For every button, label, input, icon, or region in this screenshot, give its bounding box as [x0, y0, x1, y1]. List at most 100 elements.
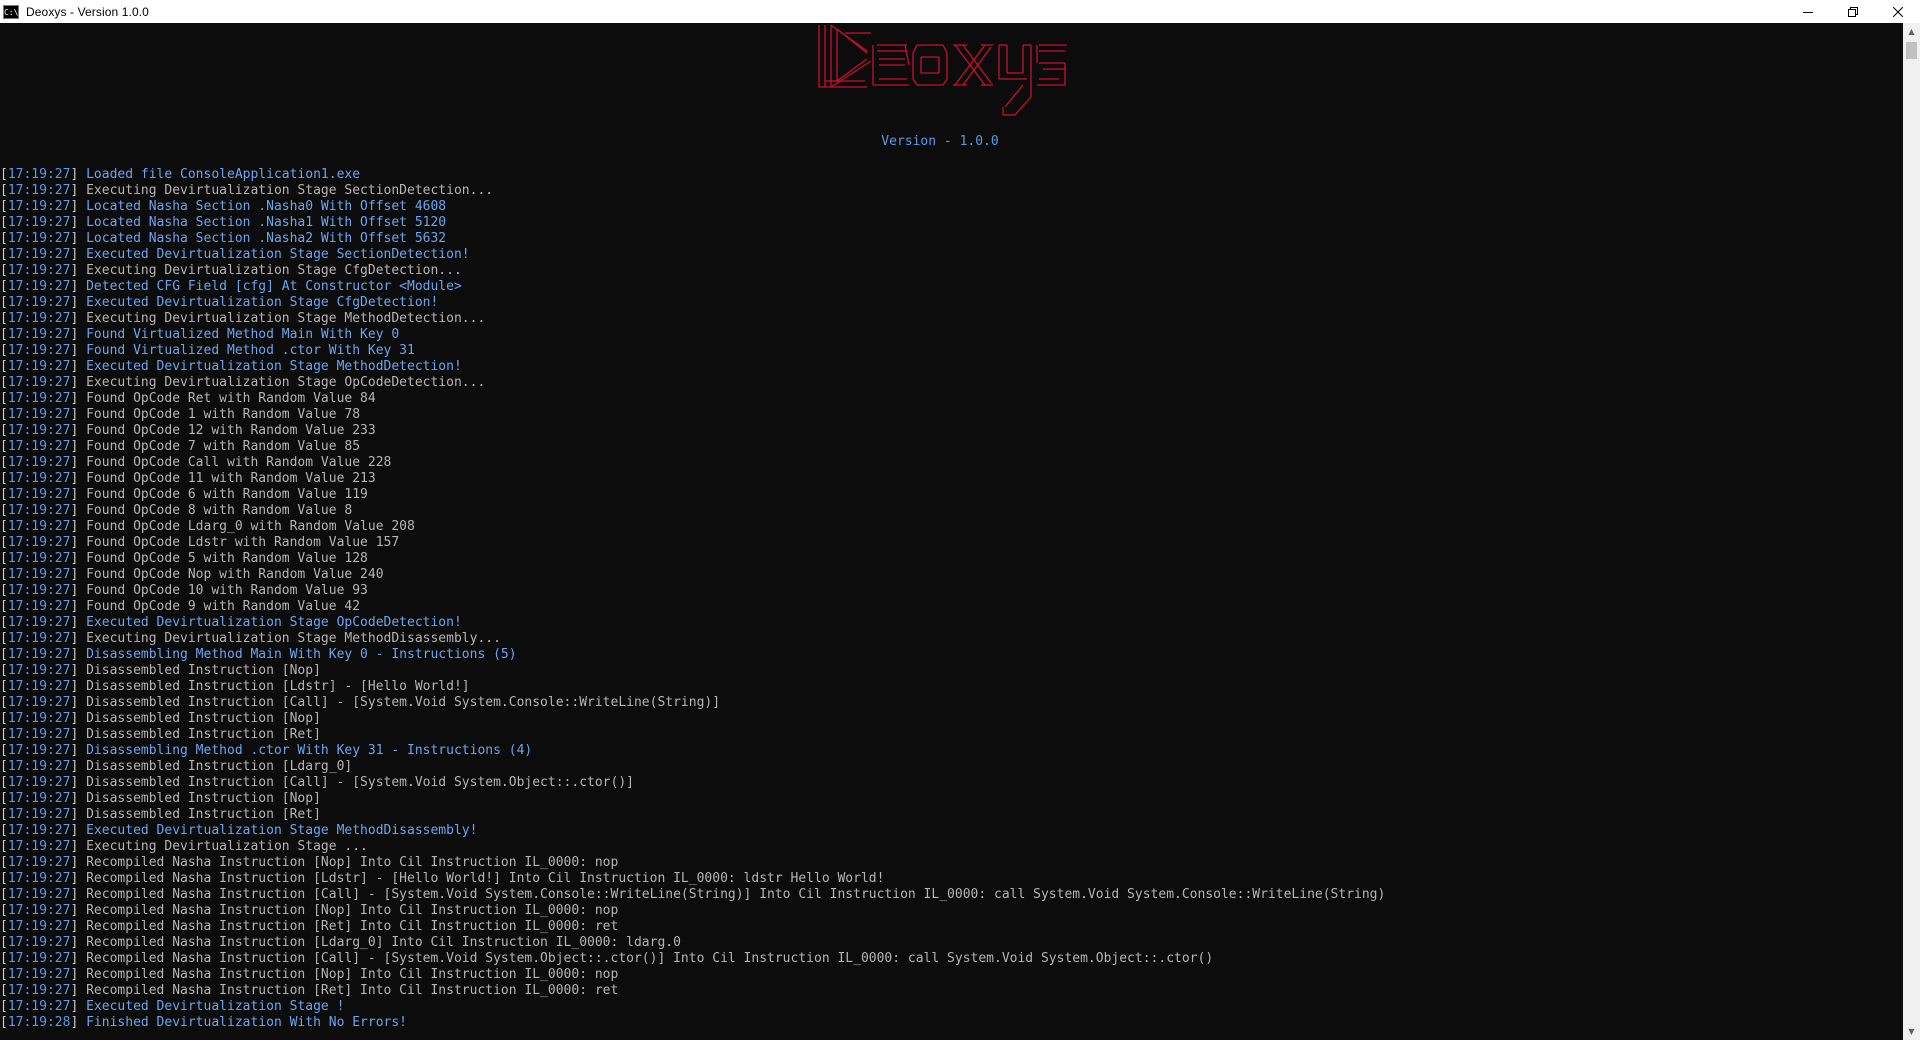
log-line: [17:19:27] Found OpCode Ldstr with Rando…: [0, 535, 1385, 551]
scrollbar-thumb[interactable]: [1906, 42, 1917, 59]
console-output[interactable]: Version - 1.0.0 [17:19:27] Loaded file C…: [0, 23, 1903, 1040]
log-timestamp: 17:19:27: [7, 551, 71, 566]
log-message: Found OpCode Nop with Random Value 240: [86, 567, 384, 582]
timestamp-bracket-close: ]: [70, 295, 87, 310]
log-timestamp: 17:19:27: [7, 983, 71, 998]
log-line: [17:19:27] Found Virtualized Method .cto…: [0, 343, 1385, 359]
timestamp-bracket-close: ]: [70, 551, 87, 566]
log-message: Located Nasha Section .Nasha0 With Offse…: [86, 199, 447, 214]
log-message: Found OpCode Call with Random Value 228: [86, 455, 392, 470]
log-timestamp: 17:19:27: [7, 407, 71, 422]
log-timestamp: 17:19:27: [7, 919, 71, 934]
log-line: [17:19:28] Finished Devirtualization Wit…: [0, 1015, 1385, 1031]
restore-button[interactable]: [1830, 0, 1875, 23]
timestamp-bracket-open: [: [0, 519, 8, 534]
log-line: [17:19:27] Recompiled Nasha Instruction …: [0, 983, 1385, 999]
log-output: [17:19:27] Loaded file ConsoleApplicatio…: [0, 167, 1385, 1031]
restore-icon: [1847, 6, 1858, 17]
timestamp-bracket-close: ]: [70, 199, 87, 214]
log-timestamp: 17:19:27: [7, 263, 71, 278]
log-message: Found OpCode 1 with Random Value 78: [86, 407, 361, 422]
timestamp-bracket-close: ]: [70, 391, 87, 406]
log-timestamp: 17:19:27: [7, 167, 71, 182]
log-message: Loaded file ConsoleApplication1.exe: [86, 167, 361, 182]
log-line: [17:19:27] Recompiled Nasha Instruction …: [0, 903, 1385, 919]
log-line: [17:19:27] Disassembled Instruction [Nop…: [0, 791, 1385, 807]
timestamp-bracket-close: ]: [70, 679, 87, 694]
title-bar[interactable]: C:\ Deoxys - Version 1.0.0: [0, 0, 1920, 23]
log-message: Executed Devirtualization Stage OpCodeDe…: [86, 615, 462, 630]
log-timestamp: 17:19:27: [7, 839, 71, 854]
timestamp-bracket-close: ]: [70, 807, 87, 822]
timestamp-bracket-open: [: [0, 871, 8, 886]
log-timestamp: 17:19:27: [7, 535, 71, 550]
log-message: Executing Devirtualization Stage Section…: [86, 183, 494, 198]
log-line: [17:19:27] Disassembled Instruction [Ret…: [0, 727, 1385, 743]
vertical-scrollbar[interactable]: ▲ ▼: [1903, 23, 1920, 1040]
timestamp-bracket-close: ]: [70, 231, 87, 246]
log-line: [17:19:27] Disassembled Instruction [Cal…: [0, 775, 1385, 791]
timestamp-bracket-open: [: [0, 967, 8, 982]
log-line: [17:19:27] Executing Devirtualization St…: [0, 311, 1385, 327]
log-line: [17:19:27] Disassembled Instruction [Lda…: [0, 759, 1385, 775]
log-timestamp: 17:19:27: [7, 423, 71, 438]
log-line: [17:19:27] Found Virtualized Method Main…: [0, 327, 1385, 343]
log-timestamp: 17:19:27: [7, 663, 71, 678]
log-line: [17:19:27] Found OpCode 5 with Random Va…: [0, 551, 1385, 567]
timestamp-bracket-close: ]: [70, 647, 87, 662]
log-timestamp: 17:19:27: [7, 279, 71, 294]
log-timestamp: 17:19:27: [7, 199, 71, 214]
log-timestamp: 17:19:27: [7, 391, 71, 406]
timestamp-bracket-open: [: [0, 455, 8, 470]
timestamp-bracket-open: [: [0, 999, 8, 1014]
timestamp-bracket-open: [: [0, 391, 8, 406]
log-message: Disassembled Instruction [Call] - [Syste…: [86, 775, 634, 790]
timestamp-bracket-close: ]: [70, 423, 87, 438]
timestamp-bracket-open: [: [0, 439, 8, 454]
timestamp-bracket-close: ]: [70, 407, 87, 422]
timestamp-bracket-open: [: [0, 375, 8, 390]
timestamp-bracket-open: [: [0, 695, 8, 710]
timestamp-bracket-close: ]: [70, 615, 87, 630]
log-message: Recompiled Nasha Instruction [Ret] Into …: [86, 983, 619, 998]
timestamp-bracket-close: ]: [70, 167, 87, 182]
log-timestamp: 17:19:27: [7, 759, 71, 774]
timestamp-bracket-close: ]: [70, 327, 87, 342]
minimize-button[interactable]: [1785, 0, 1830, 23]
log-timestamp: 17:19:27: [7, 183, 71, 198]
console-app-icon[interactable]: C:\: [3, 4, 19, 19]
log-message: Executed Devirtualization Stage MethodDi…: [86, 823, 478, 838]
log-message: Found OpCode 10 with Random Value 93: [86, 583, 368, 598]
log-timestamp: 17:19:27: [7, 935, 71, 950]
log-timestamp: 17:19:27: [7, 615, 71, 630]
log-message: Found OpCode Ldstr with Random Value 157: [86, 535, 400, 550]
log-timestamp: 17:19:27: [7, 967, 71, 982]
timestamp-bracket-close: ]: [70, 727, 87, 742]
log-timestamp: 17:19:27: [7, 375, 71, 390]
log-message: Recompiled Nasha Instruction [Ldstr] - […: [86, 871, 885, 886]
log-message: Executing Devirtualization Stage MethodD…: [86, 631, 501, 646]
log-message: Found OpCode 12 with Random Value 233: [86, 423, 376, 438]
log-timestamp: 17:19:27: [7, 855, 71, 870]
log-message: Recompiled Nasha Instruction [Call] - [S…: [86, 951, 1214, 966]
version-label: Version - 1.0.0: [881, 134, 999, 149]
timestamp-bracket-open: [: [0, 615, 8, 630]
timestamp-bracket-close: ]: [70, 775, 87, 790]
log-line: [17:19:27] Disassembled Instruction [Lds…: [0, 679, 1385, 695]
log-timestamp: 17:19:27: [7, 823, 71, 838]
timestamp-bracket-close: ]: [70, 951, 87, 966]
timestamp-bracket-open: [: [0, 343, 8, 358]
log-message: Executed Devirtualization Stage !: [86, 999, 345, 1014]
close-button[interactable]: [1875, 0, 1920, 23]
timestamp-bracket-open: [: [0, 503, 8, 518]
scroll-up-arrow-icon[interactable]: ▲: [1903, 23, 1920, 40]
timestamp-bracket-close: ]: [70, 215, 87, 230]
scroll-down-arrow-icon[interactable]: ▼: [1903, 1023, 1920, 1040]
timestamp-bracket-close: ]: [70, 695, 87, 710]
log-timestamp: 17:19:27: [7, 583, 71, 598]
timestamp-bracket-open: [: [0, 567, 8, 582]
log-line: [17:19:27] Recompiled Nasha Instruction …: [0, 887, 1385, 903]
log-timestamp: 17:19:27: [7, 247, 71, 262]
log-timestamp: 17:19:27: [7, 775, 71, 790]
timestamp-bracket-close: ]: [70, 871, 87, 886]
